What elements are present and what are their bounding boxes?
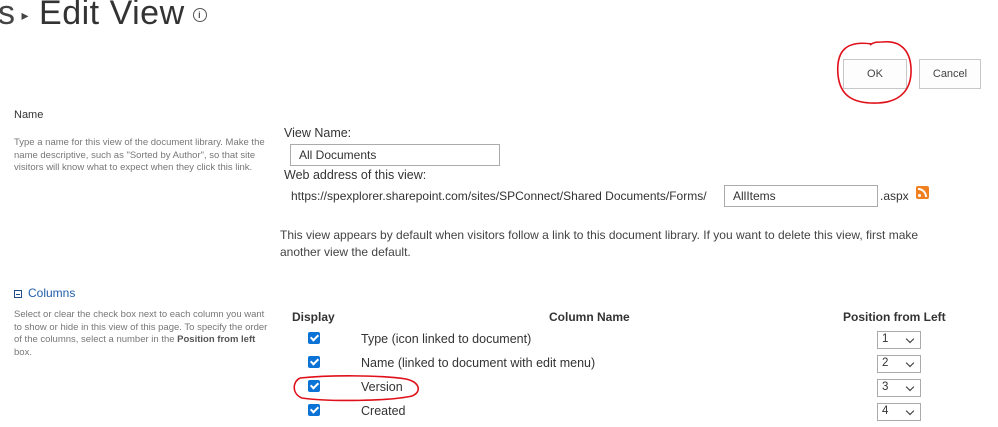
column-name: Created bbox=[361, 404, 406, 418]
position-value: 3 bbox=[882, 381, 889, 393]
info-icon[interactable]: i bbox=[192, 8, 207, 23]
view-name-label: View Name: bbox=[284, 126, 352, 140]
position-value: 4 bbox=[882, 405, 889, 417]
breadcrumb-separator-icon: ▸ bbox=[21, 6, 30, 23]
rss-feed-icon[interactable] bbox=[916, 186, 929, 199]
columns-description-suffix: box. bbox=[14, 346, 32, 358]
display-column-header: Display bbox=[292, 310, 335, 324]
column-display-checkbox[interactable] bbox=[308, 356, 320, 368]
page-title-bar: s ▸ Edit View i bbox=[0, 0, 207, 33]
column-display-checkbox[interactable] bbox=[308, 332, 320, 344]
default-view-note: This view appears by default when visito… bbox=[280, 228, 919, 259]
column-display-checkbox[interactable] bbox=[308, 404, 320, 416]
name-section-label: Name bbox=[14, 109, 44, 121]
position-select[interactable]: 3 bbox=[877, 379, 921, 397]
chevron-down-icon bbox=[905, 382, 915, 392]
position-select[interactable]: 1 bbox=[877, 331, 921, 349]
column-display-checkbox[interactable] bbox=[308, 380, 320, 392]
cancel-button[interactable]: Cancel bbox=[919, 59, 981, 89]
web-address-label: Web address of this view: bbox=[284, 168, 427, 182]
collapse-icon[interactable] bbox=[14, 290, 22, 298]
column-name-header: Column Name bbox=[549, 310, 630, 324]
columns-section-description: Select or clear the check box next to ea… bbox=[14, 309, 270, 359]
columns-section-toggle[interactable]: Columns bbox=[28, 286, 75, 300]
url-prefix: https://spexplorer.sharepoint.com/sites/… bbox=[291, 189, 707, 203]
column-name: Name (linked to document with edit menu) bbox=[361, 356, 596, 370]
cancel-button-label: Cancel bbox=[932, 68, 968, 80]
position-select[interactable]: 4 bbox=[877, 403, 921, 421]
url-suffix: .aspx bbox=[880, 189, 909, 203]
page-title: Edit View bbox=[39, 0, 185, 32]
position-select[interactable]: 2 bbox=[877, 355, 921, 373]
chevron-down-icon bbox=[905, 358, 915, 368]
columns-description-bold: Position from left bbox=[177, 334, 256, 345]
name-section-description: Type a name for this view of the documen… bbox=[14, 137, 265, 173]
position-value: 1 bbox=[882, 333, 889, 345]
page-name-input[interactable] bbox=[724, 185, 878, 207]
ok-button-label: OK bbox=[867, 68, 883, 80]
view-name-input[interactable] bbox=[290, 144, 500, 166]
chevron-down-icon bbox=[905, 334, 915, 344]
position-value: 2 bbox=[882, 357, 889, 369]
position-column-header: Position from Left bbox=[843, 310, 946, 324]
column-name: Type (icon linked to document) bbox=[361, 332, 532, 346]
ok-button[interactable]: OK bbox=[843, 59, 907, 89]
chevron-down-icon bbox=[905, 406, 915, 416]
column-name: Version bbox=[361, 380, 403, 394]
breadcrumb-tail[interactable]: s bbox=[0, 0, 16, 32]
